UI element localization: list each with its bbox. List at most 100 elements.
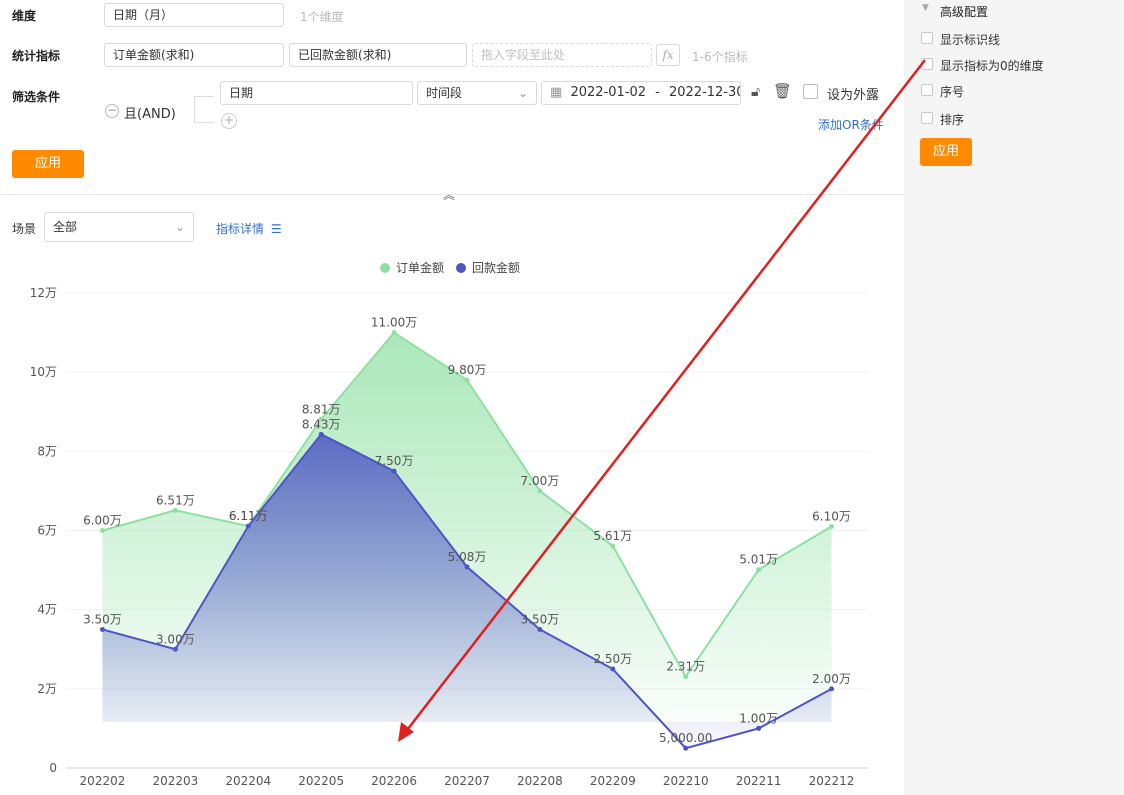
area-chart: 0 2万 4万 6万 8万 10万 12万 202202 202203 202204 202205 2… xyxy=(30,260,868,788)
data-label: 3.50万 xyxy=(83,612,122,626)
data-point xyxy=(318,431,324,437)
checkbox-show-zero-dimension[interactable] xyxy=(921,58,933,70)
data-point xyxy=(537,626,543,632)
expose-label: 设为外露 xyxy=(827,88,880,103)
metric-chip-order-amount[interactable]: 订单金额(求和) xyxy=(104,43,284,67)
x-tick-label: 202202 xyxy=(80,774,126,788)
date-end: 2022-12-30 xyxy=(668,85,741,100)
x-tick-label: 202203 xyxy=(152,774,198,788)
checkbox-show-markline[interactable] xyxy=(921,32,933,44)
data-label: 6.00万 xyxy=(83,514,122,528)
y-tick-label: 2万 xyxy=(37,682,57,696)
data-point xyxy=(610,543,616,549)
dimension-field[interactable]: 日期（月） xyxy=(104,3,284,27)
filter-date-range[interactable]: ▦ 2022-01-02 - 2022-12-30 xyxy=(541,81,741,105)
chevron-down-icon: ⌄ xyxy=(174,220,185,234)
trash-icon[interactable]: 🗑︎ xyxy=(773,82,792,100)
and-bracket xyxy=(194,96,214,123)
legend-marker-series1 xyxy=(380,263,390,273)
data-label: 9.80万 xyxy=(448,363,487,377)
filter-operator-select[interactable]: 时间段 ⌄ xyxy=(417,81,537,105)
metrics-label: 统计指标 xyxy=(12,49,61,63)
legend-marker-series2 xyxy=(456,263,466,273)
option-show-zero-dimension: 显示指标为0的维度 xyxy=(940,59,1044,73)
advanced-apply-button[interactable]: 应用 xyxy=(920,138,972,166)
data-label: 5,000.00 xyxy=(659,731,712,745)
data-point xyxy=(245,523,251,529)
date-separator: - xyxy=(655,85,660,100)
chevron-down-icon: ⌄ xyxy=(517,86,528,100)
data-label: 5.08万 xyxy=(448,550,487,564)
metric-drop-zone[interactable]: 拖入字段至此处 xyxy=(472,43,652,67)
y-tick-label: 0 xyxy=(49,761,57,775)
apply-button[interactable]: 应用 xyxy=(12,150,84,178)
data-label: 11.00万 xyxy=(371,316,417,330)
x-tick-label: 202204 xyxy=(225,774,271,788)
data-point xyxy=(829,686,835,692)
date-start: 2022-01-02 xyxy=(570,85,646,100)
x-tick-label: 202207 xyxy=(444,774,490,788)
data-point xyxy=(829,524,835,530)
data-label: 7.50万 xyxy=(375,454,414,468)
data-point xyxy=(99,528,105,533)
data-point xyxy=(756,567,762,573)
legend-label: 回款金额 xyxy=(472,260,520,275)
dimension-label: 维度 xyxy=(12,9,37,23)
and-label: 且(AND) xyxy=(124,107,176,122)
y-tick-label: 10万 xyxy=(30,365,57,379)
data-point xyxy=(683,674,689,680)
metrics-hint: 1-6个指标 xyxy=(692,50,748,64)
x-tick-label: 202210 xyxy=(663,774,709,788)
x-tick-label: 202208 xyxy=(517,774,563,788)
minus-circle-icon[interactable]: − xyxy=(105,104,119,118)
checkbox-index[interactable] xyxy=(921,84,933,96)
data-point xyxy=(756,725,762,731)
data-point xyxy=(537,488,543,494)
data-point xyxy=(172,646,178,652)
x-tick-label: 202209 xyxy=(590,774,636,788)
data-label: 7.00万 xyxy=(521,474,560,488)
data-label: 6.11万 xyxy=(229,509,268,523)
x-tick-label: 202205 xyxy=(298,774,344,788)
data-point xyxy=(99,626,105,632)
list-icon: ☰ xyxy=(270,222,282,236)
collapse-icon[interactable]: ︽ xyxy=(443,186,455,203)
add-condition-icon[interactable]: + xyxy=(221,113,237,129)
x-tick-label: 202212 xyxy=(809,774,855,788)
add-or-condition-link[interactable]: 添加OR条件 xyxy=(818,116,884,133)
y-tick-label: 8万 xyxy=(37,444,57,458)
scene-value: 全部 xyxy=(53,220,78,234)
metric-chip-received-amount[interactable]: 已回款金额(求和) xyxy=(289,43,467,67)
metric-detail-label: 指标详情 xyxy=(216,222,265,236)
y-tick-label: 4万 xyxy=(37,603,57,617)
filter-operator-value: 时间段 xyxy=(426,86,463,100)
scene-select[interactable]: 全部 ⌄ xyxy=(44,212,194,242)
option-index: 序号 xyxy=(940,85,965,99)
legend-label: 订单金额 xyxy=(396,260,444,275)
fx-icon[interactable]: fx xyxy=(656,44,680,66)
data-label: 1.00万 xyxy=(739,711,778,725)
data-label: 3.00万 xyxy=(156,632,195,646)
option-sort: 排序 xyxy=(940,113,965,127)
x-tick-label: 202206 xyxy=(371,774,417,788)
data-label: 5.01万 xyxy=(739,553,778,567)
data-point xyxy=(172,507,178,513)
filter-label: 筛选条件 xyxy=(12,90,61,104)
data-label: 5.61万 xyxy=(593,529,632,543)
option-show-markline: 显示标识线 xyxy=(940,33,1001,47)
dimension-hint: 1个维度 xyxy=(300,10,344,24)
scene-label: 场景 xyxy=(12,222,37,236)
y-tick-label: 12万 xyxy=(30,286,57,300)
checkbox-sort[interactable] xyxy=(921,112,933,124)
data-label: 2.50万 xyxy=(593,652,632,666)
data-point xyxy=(391,468,397,474)
x-tick-label: 202211 xyxy=(736,774,782,788)
calendar-icon: ▦ xyxy=(550,85,563,100)
collapse-triangle-icon[interactable]: ▼ xyxy=(922,3,929,13)
data-label: 2.00万 xyxy=(812,672,851,686)
filter-field-select[interactable]: 日期 xyxy=(220,81,413,105)
data-point xyxy=(683,745,689,751)
metric-detail-link[interactable]: 指标详情 ☰ xyxy=(216,220,282,237)
lock-icon[interactable]: 🔓︎ xyxy=(751,84,760,100)
expose-checkbox[interactable] xyxy=(803,84,818,99)
